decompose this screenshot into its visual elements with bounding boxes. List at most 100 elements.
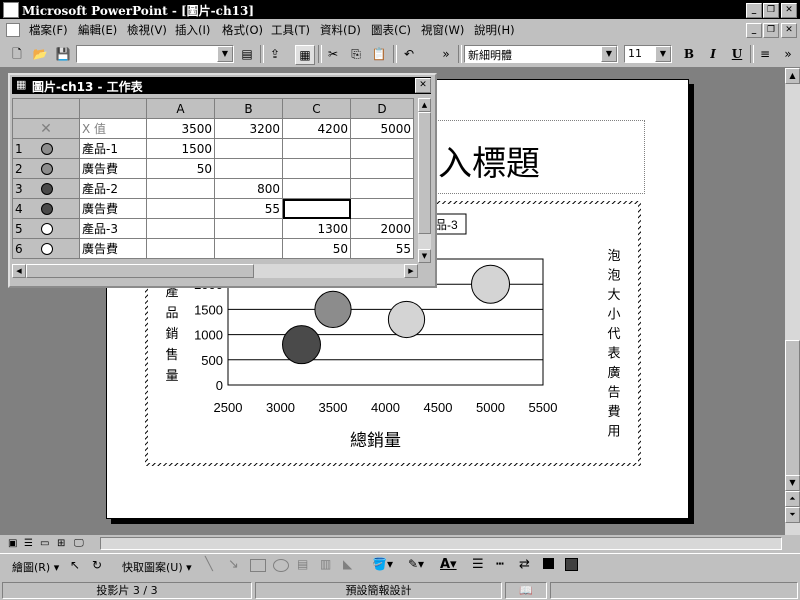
autoshapes-menu-button[interactable]: 快取圖案(U) ▾	[122, 559, 192, 575]
align-left-icon[interactable]: ≡	[756, 45, 774, 63]
data-cell[interactable]	[350, 138, 414, 159]
scroll-right-button[interactable]: ▶	[404, 264, 418, 278]
menu-data[interactable]: 資料(D)	[320, 22, 361, 38]
data-cell[interactable]	[214, 138, 283, 159]
menu-window[interactable]: 視窗(W)	[421, 22, 464, 38]
bold-button[interactable]: B	[680, 45, 698, 63]
scroll-down-button[interactable]: ▼	[418, 249, 431, 263]
format-object-icon[interactable]: ▤	[238, 45, 256, 63]
restore-button[interactable]: ❐	[763, 3, 779, 18]
menu-tools[interactable]: 工具(T)	[271, 22, 310, 38]
row-label[interactable]: 產品-3	[79, 218, 147, 239]
data-cell[interactable]	[350, 158, 414, 179]
line-tool-icon[interactable]: ╲	[205, 557, 213, 572]
arrow-style-icon[interactable]: ⇄	[519, 557, 530, 572]
close-button[interactable]: ✕	[781, 3, 797, 18]
menu-file[interactable]: 檔案(F)	[29, 22, 68, 38]
slide-view-icon[interactable]: ▭	[40, 538, 49, 549]
data-cell[interactable]: 1500	[146, 138, 215, 159]
scroll-thumb[interactable]	[26, 264, 254, 278]
data-cell[interactable]	[146, 198, 215, 219]
scroll-thumb[interactable]	[785, 340, 800, 482]
copy-icon[interactable]: ⎘	[347, 45, 365, 63]
data-cell[interactable]	[214, 238, 283, 259]
row-header-5[interactable]: 5	[12, 218, 80, 239]
col-header-d[interactable]: D	[350, 98, 414, 119]
fill-color-icon[interactable]: 🪣▾	[372, 557, 393, 571]
italic-button[interactable]: I	[704, 45, 722, 63]
textbox-tool-icon[interactable]: ▤	[297, 557, 308, 571]
import-file-icon[interactable]: ⇪	[266, 45, 284, 63]
datasheet-hscroll[interactable]: ◀ ▶	[12, 264, 418, 278]
corner-header[interactable]	[12, 98, 80, 119]
datasheet-close-button[interactable]: ✕	[415, 78, 431, 93]
chart-objects-combo[interactable]: ▼	[76, 45, 234, 63]
label-col-header[interactable]	[79, 98, 147, 119]
x-value-d[interactable]: 5000	[350, 118, 414, 139]
minimize-button[interactable]: _	[746, 3, 762, 18]
scroll-up-button[interactable]: ▲	[785, 68, 800, 84]
diagram-tool-icon[interactable]: ◣	[343, 557, 352, 571]
datasheet-window[interactable]: ▦ 圖片-ch13 - 工作表 ✕ A B C D ✕ X 值 3500 320…	[8, 73, 437, 288]
draw-menu-button[interactable]: 繪圖(R) ▾	[12, 559, 59, 575]
x-value-a[interactable]: 3500	[146, 118, 215, 139]
view-datasheet-icon[interactable]: ▦	[295, 45, 315, 65]
font-size-combo[interactable]: 11 ▼	[624, 45, 672, 63]
paste-icon[interactable]: 📋	[370, 45, 388, 63]
menu-format[interactable]: 格式(O)	[222, 22, 263, 38]
normal-view-icon[interactable]: ▣	[8, 538, 17, 549]
row-label[interactable]: 廣告費	[79, 198, 147, 219]
scroll-up-button[interactable]: ▲	[418, 98, 431, 112]
menu-edit[interactable]: 編輯(E)	[78, 22, 117, 38]
row-label[interactable]: 廣告費	[79, 238, 147, 259]
3d-style-icon[interactable]	[565, 558, 578, 571]
x-value-c[interactable]: 4200	[282, 118, 351, 139]
data-cell[interactable]	[282, 138, 351, 159]
line-style-icon[interactable]: ☰	[472, 557, 484, 572]
menu-help[interactable]: 說明(H)	[474, 22, 515, 38]
oval-tool-icon[interactable]	[273, 559, 289, 572]
col-header-c[interactable]: C	[282, 98, 351, 119]
data-cell[interactable]	[350, 178, 414, 199]
free-rotate-icon[interactable]: ↻	[92, 558, 102, 572]
row-header-1[interactable]: 1	[12, 138, 80, 159]
row-header-3[interactable]: 3	[12, 178, 80, 199]
vertical-scrollbar[interactable]: ▲ ▼ ⏶ ⏷	[785, 68, 800, 535]
arrow-tool-icon[interactable]: ↘	[228, 557, 239, 572]
dash-style-icon[interactable]: ┅	[496, 557, 504, 572]
row-label[interactable]: 廣告費	[79, 158, 147, 179]
row-header-6[interactable]: 6	[12, 238, 80, 259]
slide-show-icon[interactable]: 🖵	[74, 538, 84, 549]
data-cell[interactable]	[282, 158, 351, 179]
data-cell[interactable]: 1300	[282, 218, 351, 239]
scroll-left-button[interactable]: ◀	[12, 264, 26, 278]
menu-insert[interactable]: 插入(I)	[175, 22, 210, 38]
data-cell[interactable]: 2000	[350, 218, 414, 239]
rectangle-tool-icon[interactable]	[250, 559, 266, 572]
row-header-4[interactable]: 4	[12, 198, 80, 219]
col-header-a[interactable]: A	[146, 98, 215, 119]
font-name-combo[interactable]: 新細明體 ▼	[464, 45, 618, 63]
col-header-b[interactable]: B	[214, 98, 283, 119]
menu-chart[interactable]: 圖表(C)	[371, 22, 411, 38]
save-icon[interactable]: 💾	[54, 45, 72, 63]
row-label[interactable]: 產品-1	[79, 138, 147, 159]
row-label[interactable]: 產品-2	[79, 178, 147, 199]
outline-view-icon[interactable]: ☰	[24, 538, 33, 549]
wordart-tool-icon[interactable]: ▥	[320, 557, 331, 571]
shadow-style-icon[interactable]	[543, 558, 554, 569]
data-cell[interactable]: 800	[214, 178, 283, 199]
doc-restore-button[interactable]: ❐	[763, 23, 779, 38]
prev-slide-button[interactable]: ⏶	[785, 491, 800, 507]
doc-close-button[interactable]: ✕	[781, 23, 797, 38]
undo-icon[interactable]: ↶	[400, 45, 418, 63]
cut-icon[interactable]: ✂	[324, 45, 342, 63]
data-cell[interactable]	[146, 238, 215, 259]
spell-check-icon[interactable]: 📖	[505, 582, 547, 599]
next-slide-button[interactable]: ⏷	[785, 507, 800, 523]
data-cell[interactable]	[146, 218, 215, 239]
font-color-icon[interactable]: A▾	[440, 557, 457, 572]
underline-button[interactable]: U	[728, 45, 746, 63]
data-cell[interactable]: 55	[214, 198, 283, 219]
slide-sorter-icon[interactable]: ⊞	[57, 538, 65, 549]
